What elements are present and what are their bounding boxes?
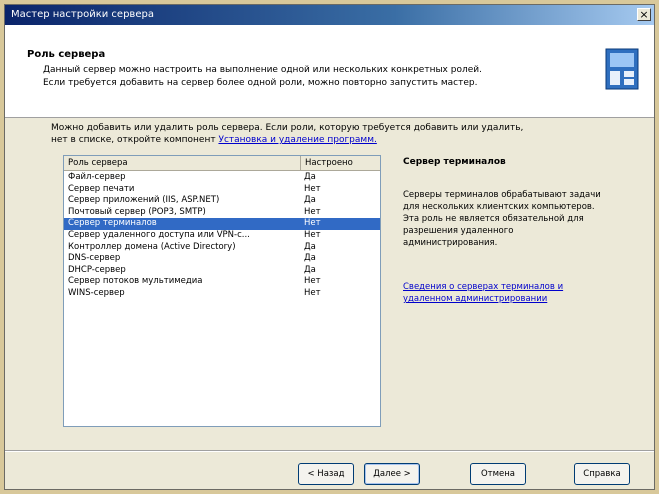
page-description-line1: Данный сервер можно настроить на выполне…: [43, 65, 482, 75]
details-title: Сервер терминалов: [403, 157, 506, 167]
list-rows: Файл-сервер Да Сервер печати Нет Сервер прил…: [64, 172, 380, 300]
title-bar: Мастер настройки сервера ×: [5, 5, 654, 25]
details-help-link[interactable]: Сведения о серверах терминалов и удаленн…: [403, 281, 603, 305]
table-row[interactable]: Контроллер домена (Active Directory) Да: [64, 242, 380, 254]
role-name: Сервер приложений (IIS, ASP.NET): [68, 195, 220, 206]
wizard-window: Мастер настройки сервера × Роль сервера …: [4, 4, 655, 490]
close-button[interactable]: ×: [637, 8, 651, 21]
page-title: Роль сервера: [27, 49, 106, 60]
role-configured: Да: [304, 195, 316, 206]
cancel-button[interactable]: Отмена: [470, 463, 526, 485]
column-header-role[interactable]: Роль сервера: [68, 156, 128, 170]
table-row[interactable]: Сервер печати Нет: [64, 184, 380, 196]
role-configured: Нет: [304, 276, 321, 287]
window-title: Мастер настройки сервера: [11, 9, 154, 20]
table-row[interactable]: WINS-сервер Нет: [64, 288, 380, 300]
table-row[interactable]: Сервер удаленного доступа или VPN-с... Не…: [64, 230, 380, 242]
table-row[interactable]: Почтовый сервер (POP3, SMTP) Нет: [64, 207, 380, 219]
wizard-header: Роль сервера Данный сервер можно настрои…: [5, 25, 654, 118]
role-name: DHCP-сервер: [68, 264, 126, 275]
next-button[interactable]: Далее >: [364, 463, 420, 485]
add-remove-programs-link[interactable]: Установка и удаление программ.: [218, 135, 376, 145]
intro-text-line2: нет в списке, откройте компонент Установ…: [51, 135, 377, 145]
list-header: Роль сервера Настроено: [64, 156, 380, 171]
role-configured: Нет: [304, 206, 321, 217]
column-header-configured[interactable]: Настроено: [300, 156, 375, 170]
back-button[interactable]: < Назад: [298, 463, 354, 485]
role-name: Сервер удаленного доступа или VPN-с...: [68, 229, 250, 240]
details-description: Серверы терминалов обрабатывают задачи д…: [403, 190, 601, 248]
role-configured: Нет: [304, 183, 321, 194]
role-configured: Нет: [304, 218, 321, 229]
role-name: DNS-сервер: [68, 253, 121, 264]
table-row[interactable]: Сервер терминалов Нет: [64, 218, 380, 230]
help-button[interactable]: Справка: [574, 463, 630, 485]
role-configured: Нет: [304, 229, 321, 240]
server-roles-list[interactable]: Роль сервера Настроено Файл-сервер Да Серв…: [63, 155, 381, 427]
role-name: Контроллер домена (Active Directory): [68, 241, 236, 252]
role-configured: Да: [304, 253, 316, 264]
table-row[interactable]: Файл-сервер Да: [64, 172, 380, 184]
footer-divider: [5, 450, 654, 452]
role-name: Файл-сервер: [68, 172, 126, 182]
role-name: Сервер печати: [68, 183, 135, 194]
table-row[interactable]: DNS-сервер Да: [64, 253, 380, 265]
role-name: Почтовый сервер (POP3, SMTP): [68, 206, 206, 217]
intro-text-prefix: нет в списке, откройте компонент: [51, 135, 219, 145]
table-row[interactable]: Сервер потоков мультимедиа Нет: [64, 276, 380, 288]
role-configured: Да: [304, 172, 316, 182]
role-name: Сервер потоков мультимедиа: [68, 276, 203, 287]
page-description-line2: Если требуется добавить на сервер более …: [43, 78, 478, 88]
intro-text-line1: Можно добавить или удалить роль сервера.…: [51, 123, 524, 133]
role-name: WINS-сервер: [68, 287, 125, 298]
table-row[interactable]: DHCP-сервер Да: [64, 265, 380, 277]
server-config-icon: [605, 48, 639, 90]
role-configured: Да: [304, 241, 316, 252]
role-configured: Да: [304, 264, 316, 275]
role-configured: Нет: [304, 287, 321, 298]
table-row[interactable]: Сервер приложений (IIS, ASP.NET) Да: [64, 195, 380, 207]
role-name: Сервер терминалов: [68, 218, 157, 229]
